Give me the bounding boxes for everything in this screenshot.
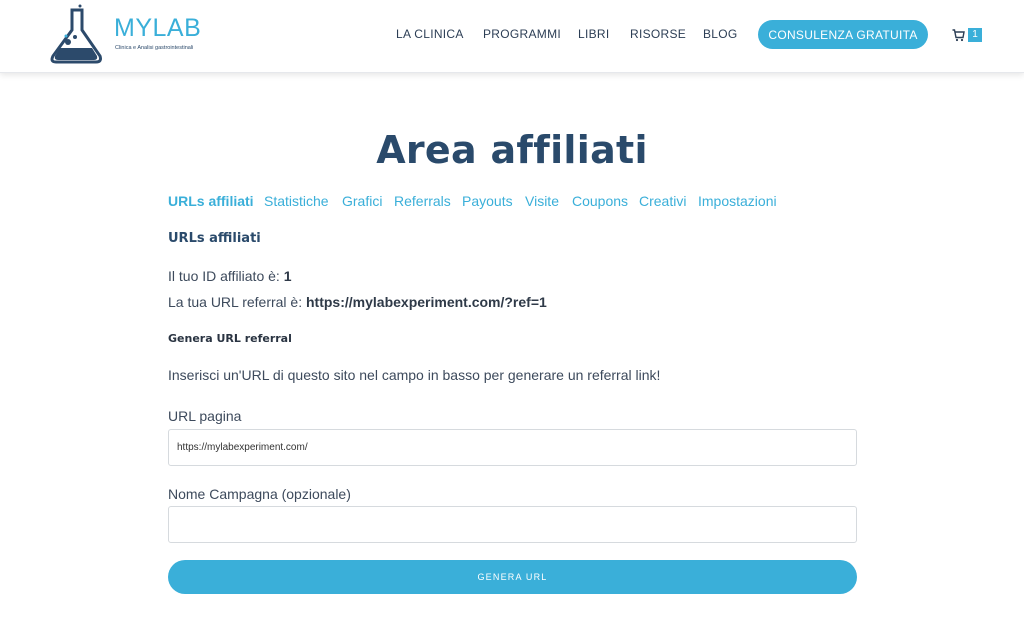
generate-url-heading: Genera URL referral [168,332,292,345]
tab-impostazioni[interactable]: Impostazioni [698,193,777,209]
referral-url-value: https://mylabexperiment.com/?ref=1 [306,294,547,310]
logo-tagline: Clinica e Analisi gastrointestinali [115,45,194,51]
section-heading: URLs affiliati [168,231,261,246]
tab-referrals[interactable]: Referrals [394,193,451,209]
campaign-name-label: Nome Campagna (opzionale) [168,486,351,502]
cart-button[interactable]: 1 [952,28,984,44]
generate-url-button[interactable]: GENERA URL [168,560,857,594]
page-title: Area affiliati [376,128,648,172]
tab-creativi[interactable]: Creativi [639,193,686,209]
referral-url-line: La tua URL referral è: https://mylabexpe… [168,294,547,310]
flask-icon [50,4,102,64]
tab-payouts[interactable]: Payouts [462,193,513,209]
site-header: MYLAB Clinica e Analisi gastrointestinal… [0,0,1024,73]
nav-item-la-clinica[interactable]: LA CLINICA [396,27,464,41]
cart-icon [952,29,965,42]
instructions-text: Inserisci un'URL di questo sito nel camp… [168,367,661,383]
logo-wordmark: MYLAB [114,14,202,42]
affiliate-id-value: 1 [283,268,292,284]
tab-urls-affiliati[interactable]: URLs affiliati [168,193,254,209]
nav-item-libri[interactable]: LIBRI [578,27,610,41]
affiliate-id-line: Il tuo ID affiliato è: 1 [168,268,292,284]
tab-grafici[interactable]: Grafici [342,193,382,209]
tab-coupons[interactable]: Coupons [572,193,628,209]
mylab-logo[interactable]: MYLAB Clinica e Analisi gastrointestinal… [42,4,201,66]
affiliate-id-label: Il tuo ID affiliato è: [168,268,280,284]
free-consultation-button[interactable]: CONSULENZA GRATUITA [758,20,928,49]
page-url-label: URL pagina [168,408,242,424]
nav-item-programmi[interactable]: PROGRAMMI [483,27,561,41]
tab-visite[interactable]: Visite [525,193,559,209]
page-url-input[interactable] [168,429,857,466]
nav-item-blog[interactable]: BLOG [703,27,738,41]
campaign-name-input[interactable] [168,506,857,543]
referral-url-label: La tua URL referral è: [168,294,303,310]
cart-count-badge: 1 [968,28,982,42]
tab-statistiche[interactable]: Statistiche [264,193,329,209]
nav-item-risorse[interactable]: RISORSE [630,27,686,41]
